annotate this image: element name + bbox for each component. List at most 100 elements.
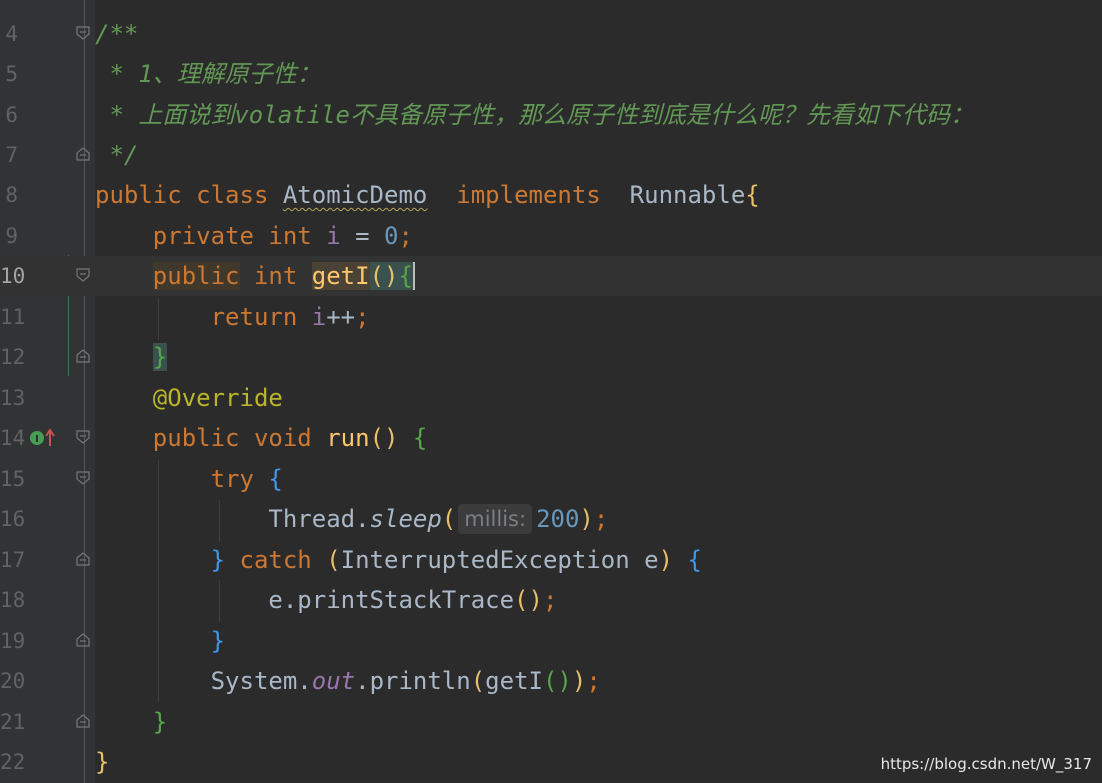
line-number: 11 [0, 305, 26, 329]
paren: ) [579, 505, 594, 533]
code-line[interactable]: 6 * 上面说到volatile不具备原子性，那么原子性到底是什么呢？先看如下代… [0, 95, 1102, 135]
keyword: public [152, 262, 240, 290]
line-number: 6 [5, 103, 18, 127]
fold-end-icon[interactable] [76, 552, 90, 566]
code-line[interactable]: 21 } [0, 702, 1102, 742]
keyword: catch [239, 546, 312, 574]
semicolon: ; [398, 222, 413, 250]
line-number: 9 [5, 224, 18, 248]
method-call[interactable]: getI [485, 667, 543, 695]
code-text: * 上面说到volatile不具备原子性，那么原子性到底是什么呢？先看如下代码： [95, 95, 974, 135]
method-call[interactable]: printStackTrace [297, 586, 514, 614]
fold-collapse-icon[interactable] [76, 430, 90, 444]
class-name[interactable]: System [211, 667, 298, 695]
static-field[interactable]: out [312, 667, 355, 695]
line-number: 22 [0, 750, 26, 774]
class-name[interactable]: InterruptedException [341, 546, 630, 574]
code-line[interactable]: 9 private int i = 0; [0, 216, 1102, 256]
code-line[interactable]: 8 public class AtomicDemo implements Run… [0, 175, 1102, 215]
code-line[interactable]: 14 I public void run() { [0, 418, 1102, 458]
code-text: e.printStackTrace(); [95, 580, 557, 620]
line-number: 20 [0, 669, 26, 693]
code-text: } catch (InterruptedException e) { [95, 540, 702, 580]
paren: ) [557, 667, 572, 695]
code-line[interactable]: 12 } [0, 337, 1102, 377]
paren: ( [326, 546, 341, 574]
fold-collapse-icon[interactable] [76, 268, 90, 282]
line-number: 5 [5, 62, 18, 86]
fold-collapse-icon[interactable] [76, 26, 90, 40]
code-line[interactable]: 16 Thread.sleep(millis: 200); [0, 499, 1102, 539]
operator: ++ [326, 303, 356, 331]
brace: { [412, 424, 428, 452]
fold-end-icon[interactable] [76, 714, 90, 728]
keyword: int [268, 222, 312, 250]
code-text: @Override [95, 378, 283, 418]
code-line[interactable]: 13 @Override [0, 378, 1102, 418]
code-line[interactable]: 20 System.out.println(getI()); [0, 661, 1102, 701]
line-number: 13 [0, 386, 26, 410]
fold-end-icon[interactable] [76, 633, 90, 647]
method-name[interactable]: getI [311, 262, 370, 290]
code-line[interactable]: 19 } [0, 621, 1102, 661]
code-line[interactable]: 15 try { [0, 459, 1102, 499]
method-call[interactable]: println [370, 667, 471, 695]
paren: ( [369, 262, 385, 290]
line-number: 10 [0, 264, 26, 288]
code-text: public void run() { [95, 418, 428, 458]
paren: ( [542, 667, 558, 695]
semicolon: ; [542, 586, 558, 614]
code-line[interactable]: 11 return i++; [0, 297, 1102, 337]
variable-name[interactable]: e [268, 586, 282, 614]
implements-method-icon[interactable]: I [28, 428, 58, 448]
fold-end-icon[interactable] [76, 147, 90, 161]
fold-end-icon[interactable] [76, 349, 90, 363]
line-number: 18 [0, 588, 26, 612]
line-number: 21 [0, 710, 26, 734]
paren: ( [369, 424, 385, 452]
code-text: System.out.println(getI()); [95, 661, 601, 701]
paren: ) [384, 424, 399, 452]
code-editor[interactable]: 4 /** 5 * 1、理解原子性： 6 * 上面说到volatile不具备原子… [0, 0, 1102, 783]
class-name[interactable]: Thread [268, 505, 355, 533]
class-name[interactable]: AtomicDemo [283, 181, 428, 209]
code-line[interactable]: 5 * 1、理解原子性： [0, 54, 1102, 94]
code-line-current[interactable]: 10 public int getI(){ [0, 256, 1102, 296]
brace: } [152, 708, 168, 736]
brace: } [152, 343, 168, 371]
method-call[interactable]: sleep [370, 505, 442, 533]
keyword: void [253, 424, 312, 452]
code-line[interactable]: 18 e.printStackTrace(); [0, 580, 1102, 620]
number-literal: 200 [536, 505, 580, 533]
method-name[interactable]: run [326, 424, 369, 452]
brace: } [210, 627, 226, 655]
dot: . [355, 505, 370, 533]
code-text: public class AtomicDemo implements Runna… [95, 175, 760, 215]
line-number: 7 [5, 143, 18, 167]
code-text: return i++; [95, 297, 370, 337]
fold-collapse-icon[interactable] [76, 471, 90, 485]
paren: ) [384, 262, 399, 290]
annotation[interactable]: @Override [153, 384, 283, 412]
code-line[interactable]: 7 */ [0, 135, 1102, 175]
variable-name[interactable]: e [644, 546, 658, 574]
keyword: try [210, 465, 254, 493]
semicolon: ; [355, 303, 370, 331]
line-number: 15 [0, 467, 26, 491]
keyword: int [253, 262, 298, 290]
doc-comment: * 上面说到volatile不具备原子性，那么原子性到底是什么呢？先看如下代码： [95, 101, 974, 129]
field-name[interactable]: i [326, 222, 340, 250]
code-line[interactable]: 4 /** [0, 14, 1102, 54]
keyword: public [95, 181, 182, 209]
line-number: 19 [0, 629, 26, 653]
doc-comment: /** [95, 20, 139, 48]
interface-name[interactable]: Runnable [630, 181, 746, 209]
code-text: * 1、理解原子性： [95, 54, 320, 94]
code-line[interactable]: 17 } catch (InterruptedException e) { [0, 540, 1102, 580]
code-text: } [95, 337, 168, 377]
code-text: */ [95, 135, 138, 175]
field-name[interactable]: i [312, 303, 326, 331]
paren: ( [514, 586, 529, 614]
brace: } [210, 546, 226, 574]
line-number: 17 [0, 548, 26, 572]
